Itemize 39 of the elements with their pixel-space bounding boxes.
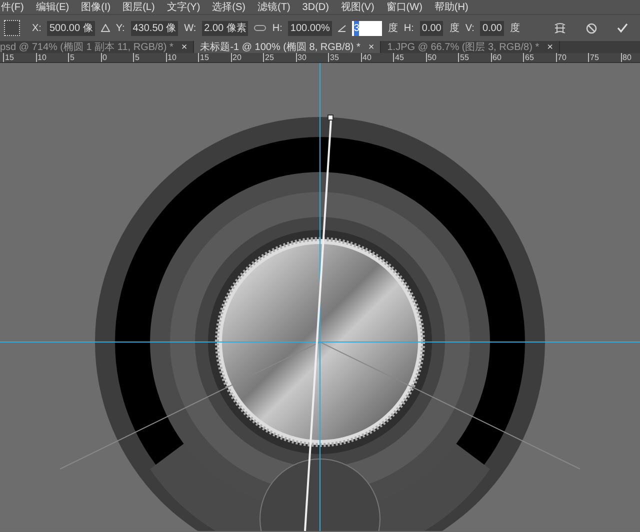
- field-label: X:: [32, 22, 42, 36]
- unit-label: 度: [388, 22, 398, 36]
- field-label: W:: [184, 22, 196, 36]
- menu-item[interactable]: 图像(I): [81, 0, 111, 14]
- unit-label: 度: [510, 22, 520, 36]
- link-icon[interactable]: [254, 25, 266, 31]
- menu-item[interactable]: 视图(V): [340, 0, 374, 14]
- close-icon[interactable]: ×: [368, 40, 374, 54]
- cancel-icon[interactable]: [586, 22, 597, 34]
- input-field[interactable]: 2.00 像素: [202, 20, 248, 36]
- menu-item[interactable]: 选择(S): [212, 0, 246, 14]
- input-field[interactable]: 100.00%: [288, 20, 332, 36]
- reference-point-icon[interactable]: [4, 20, 20, 36]
- field-label: Y:: [116, 22, 125, 36]
- warp-icon[interactable]: [554, 22, 566, 34]
- field-label: H:: [404, 22, 414, 36]
- menu-item[interactable]: 窗口(W): [386, 0, 422, 14]
- menu-item[interactable]: 3D(D): [302, 0, 329, 14]
- angle-field[interactable]: 3: [352, 20, 382, 36]
- menu-item[interactable]: 滤镜(T): [258, 0, 290, 14]
- input-field[interactable]: 430.50 像: [130, 20, 178, 36]
- input-field[interactable]: 0.00: [480, 20, 504, 36]
- menu-item[interactable]: 文字(Y): [166, 0, 200, 14]
- document-tab[interactable]: 未标题-1 @ 100% (椭圆 8, RGB/8) * ×: [194, 41, 382, 53]
- close-icon[interactable]: ×: [547, 40, 553, 54]
- input-field[interactable]: 500.00 像: [47, 20, 95, 36]
- triangle-icon: [100, 24, 110, 32]
- unit-label: 度: [449, 22, 460, 36]
- angle-icon: [338, 24, 346, 32]
- field-label: V:: [465, 22, 474, 36]
- menu-item[interactable]: 图层(L): [122, 0, 155, 14]
- menu-item[interactable]: 帮助(H): [434, 0, 468, 14]
- menu-item[interactable]: 编辑(E): [36, 0, 70, 14]
- field-label: H:: [272, 22, 282, 36]
- document-tab[interactable]: psd @ 714% (椭圆 1 副本 11, RGB/8) * ×: [0, 41, 194, 53]
- input-field[interactable]: 0.00: [420, 20, 444, 36]
- menu-item[interactable]: 件(F): [1, 0, 24, 14]
- commit-icon[interactable]: [617, 23, 628, 33]
- close-icon[interactable]: ×: [181, 40, 188, 54]
